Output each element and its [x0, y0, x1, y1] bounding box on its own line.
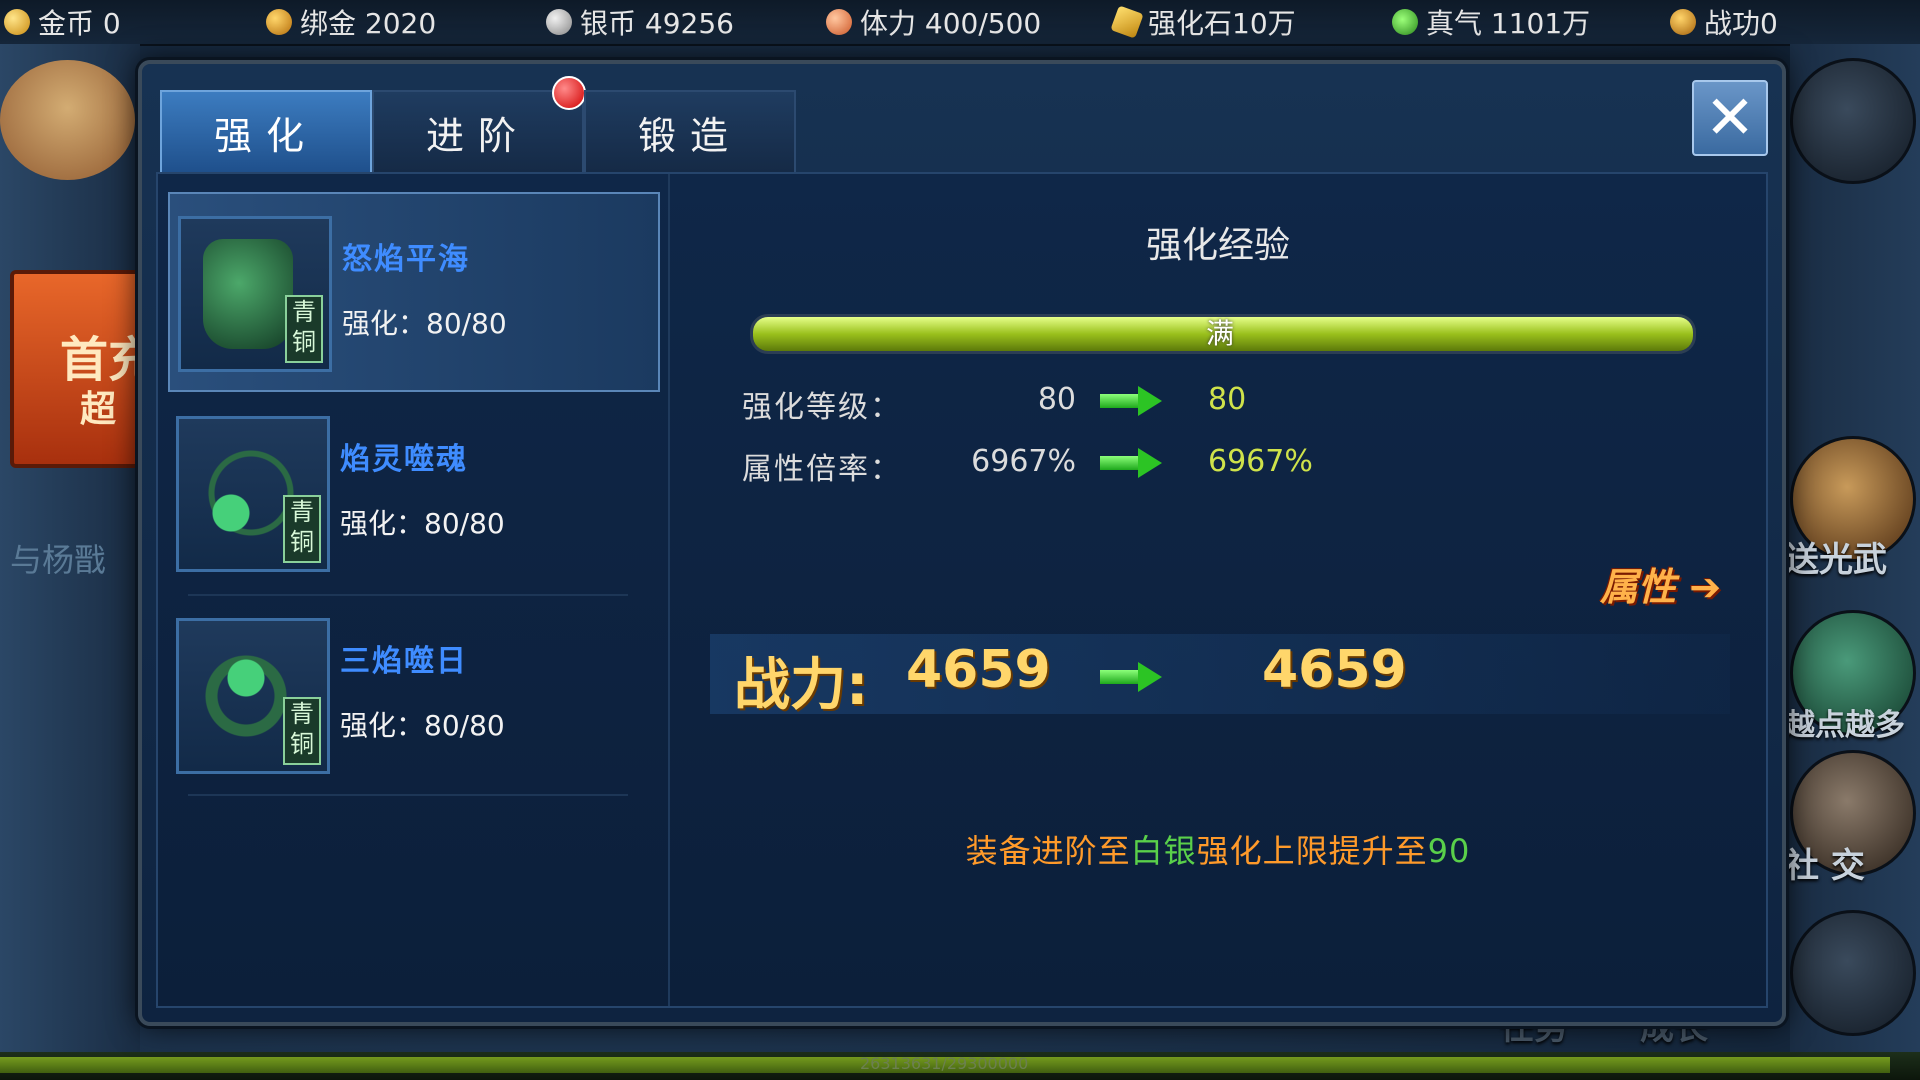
enhance-stone-resource: 强化石10万 [1110, 4, 1296, 40]
merit-resource: 战功0 [1670, 4, 1778, 40]
equipment-list: 青铜 怒焰平海 强化：80/80 青铜 焰灵噬魂 强化：80/80 青铜 三焰噬… [158, 174, 670, 1006]
qi-value: 真气 1101万 [1426, 7, 1591, 40]
list-divider [188, 794, 628, 796]
enhance-stone-icon [1110, 5, 1144, 39]
enhance-level-next: 80 [1208, 382, 1247, 417]
enhance-stone-value: 强化石10万 [1148, 7, 1296, 40]
enhance-exp-title: 强化经验 [1145, 225, 1290, 266]
equipment-name: 焰灵噬魂 [340, 442, 468, 477]
tab-forge[interactable]: 锻造 [584, 90, 796, 172]
merit-value: 战功0 [1704, 7, 1778, 40]
experience-text: 26313631/29300000 [860, 1054, 1029, 1073]
attribute-rate-current: 6967% [971, 444, 1076, 479]
equipment-item-ring[interactable]: 青铜 三焰噬日 强化：80/80 [168, 596, 656, 792]
tab-advance[interactable]: 进阶 [372, 90, 584, 172]
hint-text-4: 90 [1427, 832, 1471, 870]
equipment-enhance-level: 强化：80/80 [342, 307, 507, 340]
equipment-enhance-level: 强化：80/80 [340, 507, 505, 540]
equipment-item-necklace[interactable]: 青铜 焰灵噬魂 强化：80/80 [168, 394, 656, 590]
combat-power-label: 战力: [734, 653, 869, 718]
social-button-label: 社 交 [1785, 846, 1865, 886]
enhance-exp-label: 满 [1205, 317, 1234, 350]
grade-badge: 青铜 [283, 495, 321, 563]
equipment-frame: 青铜 [176, 618, 330, 774]
equipment-name: 怒焰平海 [342, 242, 470, 277]
attributes-button[interactable]: 属性 ➔ [1600, 556, 1721, 611]
equipment-enhance-dialog: 强化 进阶 锻造 ✕ 青铜 怒焰平海 强化：80/80 青铜 焰灵噬魂 强化：8… [138, 60, 1786, 1026]
qi-icon [1392, 9, 1418, 35]
silver-value: 银币 49256 [580, 7, 734, 40]
gold-coin-icon [4, 9, 30, 35]
advance-hint: 装备进阶至白银强化上限提升至90 [670, 826, 1766, 872]
notification-dot-icon [552, 76, 586, 110]
silver-coin-icon [546, 9, 572, 35]
close-icon: ✕ [1704, 83, 1756, 153]
stamina-resource: 体力 400/500 [826, 4, 1041, 40]
qi-resource: 真气 1101万 [1392, 4, 1590, 40]
close-button[interactable]: ✕ [1692, 80, 1768, 156]
attributes-button-label: 属性 [1600, 565, 1677, 609]
background-close-button [1790, 58, 1916, 184]
bound-gold-resource: 绑金 2020 [266, 4, 436, 40]
equipment-name: 三焰噬日 [340, 644, 468, 679]
boots-icon [203, 239, 293, 349]
first-recharge-sub: 超 [80, 389, 117, 430]
dialog-content: 青铜 怒焰平海 强化：80/80 青铜 焰灵噬魂 强化：80/80 青铜 三焰噬… [156, 172, 1768, 1008]
enhance-detail-panel: 强化经验 满 强化等级： 80 80 属性倍率： 6967% 6967% 属性 … [670, 174, 1766, 1006]
equipment-item-boots[interactable]: 青铜 怒焰平海 强化：80/80 [168, 192, 660, 392]
hint-text-1: 装备进阶至 [965, 832, 1131, 870]
equipment-frame: 青铜 [178, 216, 332, 372]
resource-bar: 金币 0 绑金 2020 银币 49256 体力 400/500 强化石10万 … [0, 0, 1920, 46]
hint-text-2: 白银 [1130, 832, 1197, 870]
hint-text-3: 强化上限提升至 [1196, 832, 1428, 870]
ring-icon [201, 651, 291, 741]
expand-menu-button[interactable] [1790, 910, 1916, 1036]
bonus-button-label: 越点越多 [1785, 708, 1905, 743]
arrow-right-icon [1100, 448, 1162, 478]
bound-gold-value: 绑金 2020 [300, 7, 437, 40]
player-avatar[interactable] [0, 60, 135, 180]
bound-gold-icon [266, 9, 292, 35]
attribute-rate-label: 属性倍率： [742, 452, 902, 487]
equipment-enhance-level: 强化：80/80 [340, 709, 505, 742]
grade-badge: 青铜 [283, 697, 321, 765]
arrow-right-icon [1100, 662, 1162, 692]
merit-icon [1670, 9, 1696, 35]
attribute-rate-next: 6967% [1208, 444, 1313, 479]
combat-power-next: 4659 [1262, 640, 1407, 700]
combat-power-current: 4659 [906, 640, 1051, 700]
equipment-frame: 青铜 [176, 416, 330, 572]
silver-resource: 银币 49256 [546, 4, 734, 40]
grade-badge: 青铜 [285, 295, 323, 363]
stamina-icon [826, 9, 852, 35]
enhance-level-label: 强化等级： [742, 390, 902, 425]
event-button-label: 送光武 [1785, 540, 1887, 580]
arrow-right-icon [1100, 386, 1162, 416]
background-quest-text: 与杨戬 [10, 541, 107, 579]
tab-enhance[interactable]: 强化 [160, 90, 372, 172]
gold-resource: 金币 0 [4, 4, 121, 40]
enhance-level-current: 80 [1037, 382, 1076, 417]
stamina-value: 体力 400/500 [860, 7, 1042, 40]
gold-value: 金币 0 [38, 7, 121, 40]
